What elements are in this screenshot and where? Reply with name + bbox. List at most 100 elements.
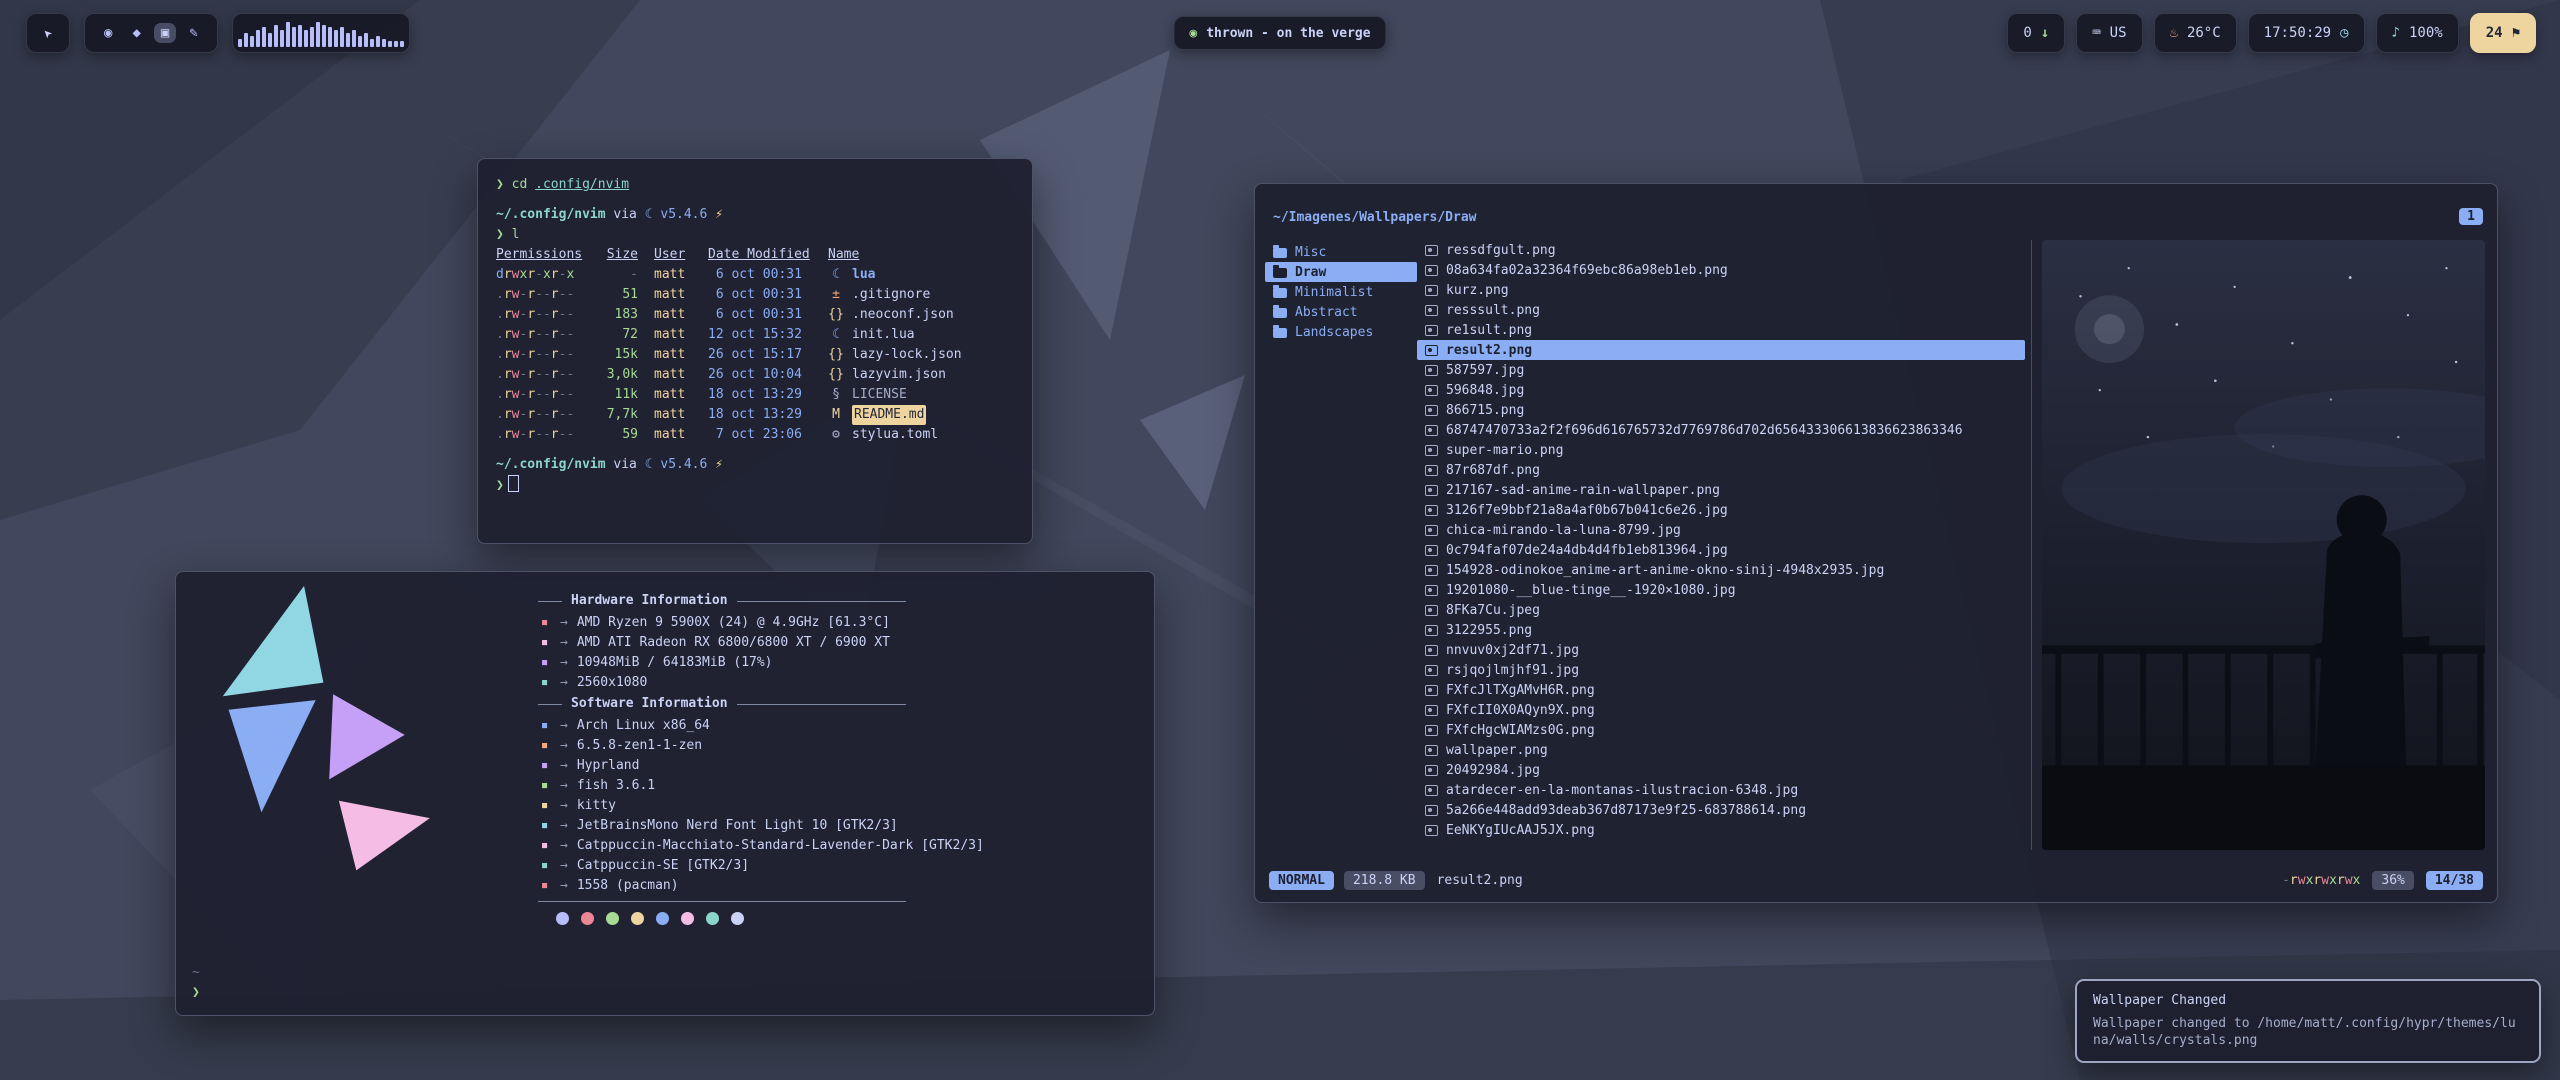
updates-widget[interactable]: 0 ↓ — [2007, 13, 2065, 53]
file-row[interactable]: 3126f7e9bbf21a8a4af0b67b041c6e26.jpg — [1417, 500, 2025, 520]
clock-widget[interactable]: 17:50:29 ◷ — [2248, 13, 2365, 53]
via-label: via — [613, 457, 636, 472]
file-manager-window[interactable]: ~/Imagenes/Wallpapers/Draw 1 MiscDrawMin… — [1254, 183, 2498, 903]
cava-bar — [382, 39, 386, 47]
fetch-shell-prompt[interactable]: ~ ❯ — [192, 963, 200, 1003]
sidebar-folder-draw[interactable]: Draw — [1265, 262, 1417, 282]
prompt-char: ❯ — [192, 983, 200, 1003]
file-row[interactable]: FXfcJlTXgAMvH6R.png — [1417, 680, 2025, 700]
fetch-row-font: ▪→JetBrainsMono Nerd Font Light 10 [GTK2… — [538, 816, 1128, 836]
workspace-4-icon[interactable]: ✎ — [182, 23, 204, 43]
lua-version: v5.4.6 — [660, 207, 707, 222]
image-icon — [1425, 265, 1438, 276]
workspace-1-icon[interactable]: ◉ — [97, 23, 119, 43]
file-row[interactable]: 5a266e448add93deab367d87173e9f25-6837886… — [1417, 800, 2025, 820]
file-row[interactable]: 68747470733a2f2f696d616765732d7769786d70… — [1417, 420, 2025, 440]
file-type-icon: ☾ — [828, 265, 844, 285]
cava-bar — [292, 27, 296, 47]
file-row[interactable]: nnvuv0xj2df71.jpg — [1417, 640, 2025, 660]
palette-dot — [706, 912, 719, 925]
image-icon — [1425, 325, 1438, 336]
file-row[interactable]: chica-mirando-la-luna-8799.jpg — [1417, 520, 2025, 540]
fetch-row-shell: ▪→fish 3.6.1 — [538, 776, 1128, 796]
file-row[interactable]: resssult.png — [1417, 300, 2025, 320]
image-icon — [1425, 445, 1438, 456]
section-header: Hardware Information — [538, 591, 906, 611]
launcher-button[interactable]: ➤ — [26, 13, 70, 53]
file-row[interactable]: 08a634fa02a32364f69ebc86a98eb1eb.png — [1417, 260, 2025, 280]
listing-row: .rw-r--r--15kmatt26 oct 15:17{}lazy-lock… — [496, 345, 1014, 365]
file-row[interactable]: FXfcII0X0AQyn9X.png — [1417, 700, 2025, 720]
volume-widget[interactable]: ♪ 100% — [2376, 13, 2459, 53]
cwd-path: ~/.config/nvim — [496, 457, 606, 472]
terminal-window[interactable]: ❯ cd .config/nvim ~/.config/nvim via ☾ v… — [477, 158, 1033, 544]
section-end-line — [538, 901, 906, 902]
status-bar: NORMAL 218.8 KB result2.png -rwxrwxrwx 3… — [1269, 871, 2483, 890]
file-row[interactable]: 19201080-__blue-tinge__-1920×1080.jpg — [1417, 580, 2025, 600]
keyboard-layout-widget[interactable]: ⌨ US — [2076, 13, 2142, 53]
tab-badge[interactable]: 1 — [2459, 208, 2483, 225]
sidebar-folder-abstract[interactable]: Abstract — [1265, 302, 1417, 322]
image-icon — [1425, 245, 1438, 256]
file-row[interactable]: kurz.png — [1417, 280, 2025, 300]
file-row[interactable]: result2.png — [1417, 340, 2025, 360]
file-row[interactable]: 154928-odinokoe_anime-art-anime-okno-sin… — [1417, 560, 2025, 580]
media-player-widget[interactable]: ◉ thrown - on the verge — [1173, 16, 1386, 50]
topbar-left: ➤ ◉ ◆ ▣ ✎ — [26, 13, 410, 53]
file-row[interactable]: 3122955.png — [1417, 620, 2025, 640]
sidebar-folder-landscapes[interactable]: Landscapes — [1265, 322, 1417, 342]
notifications-widget[interactable]: 24 ⚑ — [2470, 13, 2536, 53]
icons-icon: ▪ — [538, 856, 551, 876]
audio-visualizer-pill[interactable] — [232, 13, 410, 53]
file-row[interactable]: 217167-sad-anime-rain-wallpaper.png — [1417, 480, 2025, 500]
notifications-count: 24 — [2486, 25, 2503, 41]
fetch-row-resolution: ▪→2560x1080 — [538, 673, 1128, 693]
file-row[interactable]: 20492984.jpg — [1417, 760, 2025, 780]
lua-icon: ☾ — [645, 207, 653, 222]
workspace-2-icon[interactable]: ◆ — [125, 23, 147, 43]
workspaces-icons: ◉ ◆ ▣ ✎ — [97, 23, 205, 43]
preview-image — [2042, 240, 2485, 850]
file-row[interactable]: FXfcHgcWIAMzs0G.png — [1417, 720, 2025, 740]
file-row[interactable]: 596848.jpg — [1417, 380, 2025, 400]
workspace-3-icon[interactable]: ▣ — [154, 23, 176, 43]
cava-bar — [286, 22, 290, 47]
file-row[interactable]: ressdfgult.png — [1417, 240, 2025, 260]
file-row[interactable]: rsjqojlmjhf91.jpg — [1417, 660, 2025, 680]
notification-popup[interactable]: Wallpaper Changed Wallpaper changed to /… — [2075, 979, 2541, 1063]
cava-bar — [256, 30, 260, 47]
file-type-icon: ± — [828, 285, 844, 305]
file-row[interactable]: 8FKa7Cu.jpeg — [1417, 600, 2025, 620]
image-icon — [1425, 405, 1438, 416]
wm-icon: ▪ — [538, 756, 551, 776]
file-row[interactable]: atardecer-en-la-montanas-ilustracion-634… — [1417, 780, 2025, 800]
cava-bar — [328, 27, 332, 47]
sidebar-folder-misc[interactable]: Misc — [1265, 242, 1417, 262]
cava-bar — [280, 30, 284, 47]
palette-dot — [631, 912, 644, 925]
file-row[interactable]: EeNKYgIUcAAJ5JX.png — [1417, 820, 2025, 840]
folder-icon — [1273, 268, 1287, 278]
image-icon — [1425, 485, 1438, 496]
command-arg: .config/nvim — [535, 177, 629, 192]
file-row[interactable]: 0c794faf07de24a4db4d4fb1eb813964.jpg — [1417, 540, 2025, 560]
file-row[interactable]: wallpaper.png — [1417, 740, 2025, 760]
listing-row: .rw-r--r--183matt 6 oct 00:31{}.neoconf.… — [496, 305, 1014, 325]
file-row[interactable]: super-mario.png — [1417, 440, 2025, 460]
sidebar-folder-minimalist[interactable]: Minimalist — [1265, 282, 1417, 302]
terminal-cursor-line[interactable]: ❯ — [496, 475, 1014, 496]
file-row[interactable]: 87r687df.png — [1417, 460, 2025, 480]
prompt-char: ❯ — [496, 227, 504, 242]
folder-icon — [1273, 288, 1287, 298]
cava-bar — [310, 27, 314, 47]
weather-widget[interactable]: ♨ 26°C — [2154, 13, 2237, 53]
image-icon — [1425, 285, 1438, 296]
packages-icon: ▪ — [538, 876, 551, 896]
file-row[interactable]: 866715.png — [1417, 400, 2025, 420]
file-row[interactable]: 587597.jpg — [1417, 360, 2025, 380]
terminal-icon: ▪ — [538, 796, 551, 816]
fastfetch-window[interactable]: Hardware Information▪→AMD Ryzen 9 5900X … — [175, 571, 1155, 1016]
distro-logo — [196, 582, 476, 882]
image-icon — [1425, 545, 1438, 556]
file-row[interactable]: re1sult.png — [1417, 320, 2025, 340]
